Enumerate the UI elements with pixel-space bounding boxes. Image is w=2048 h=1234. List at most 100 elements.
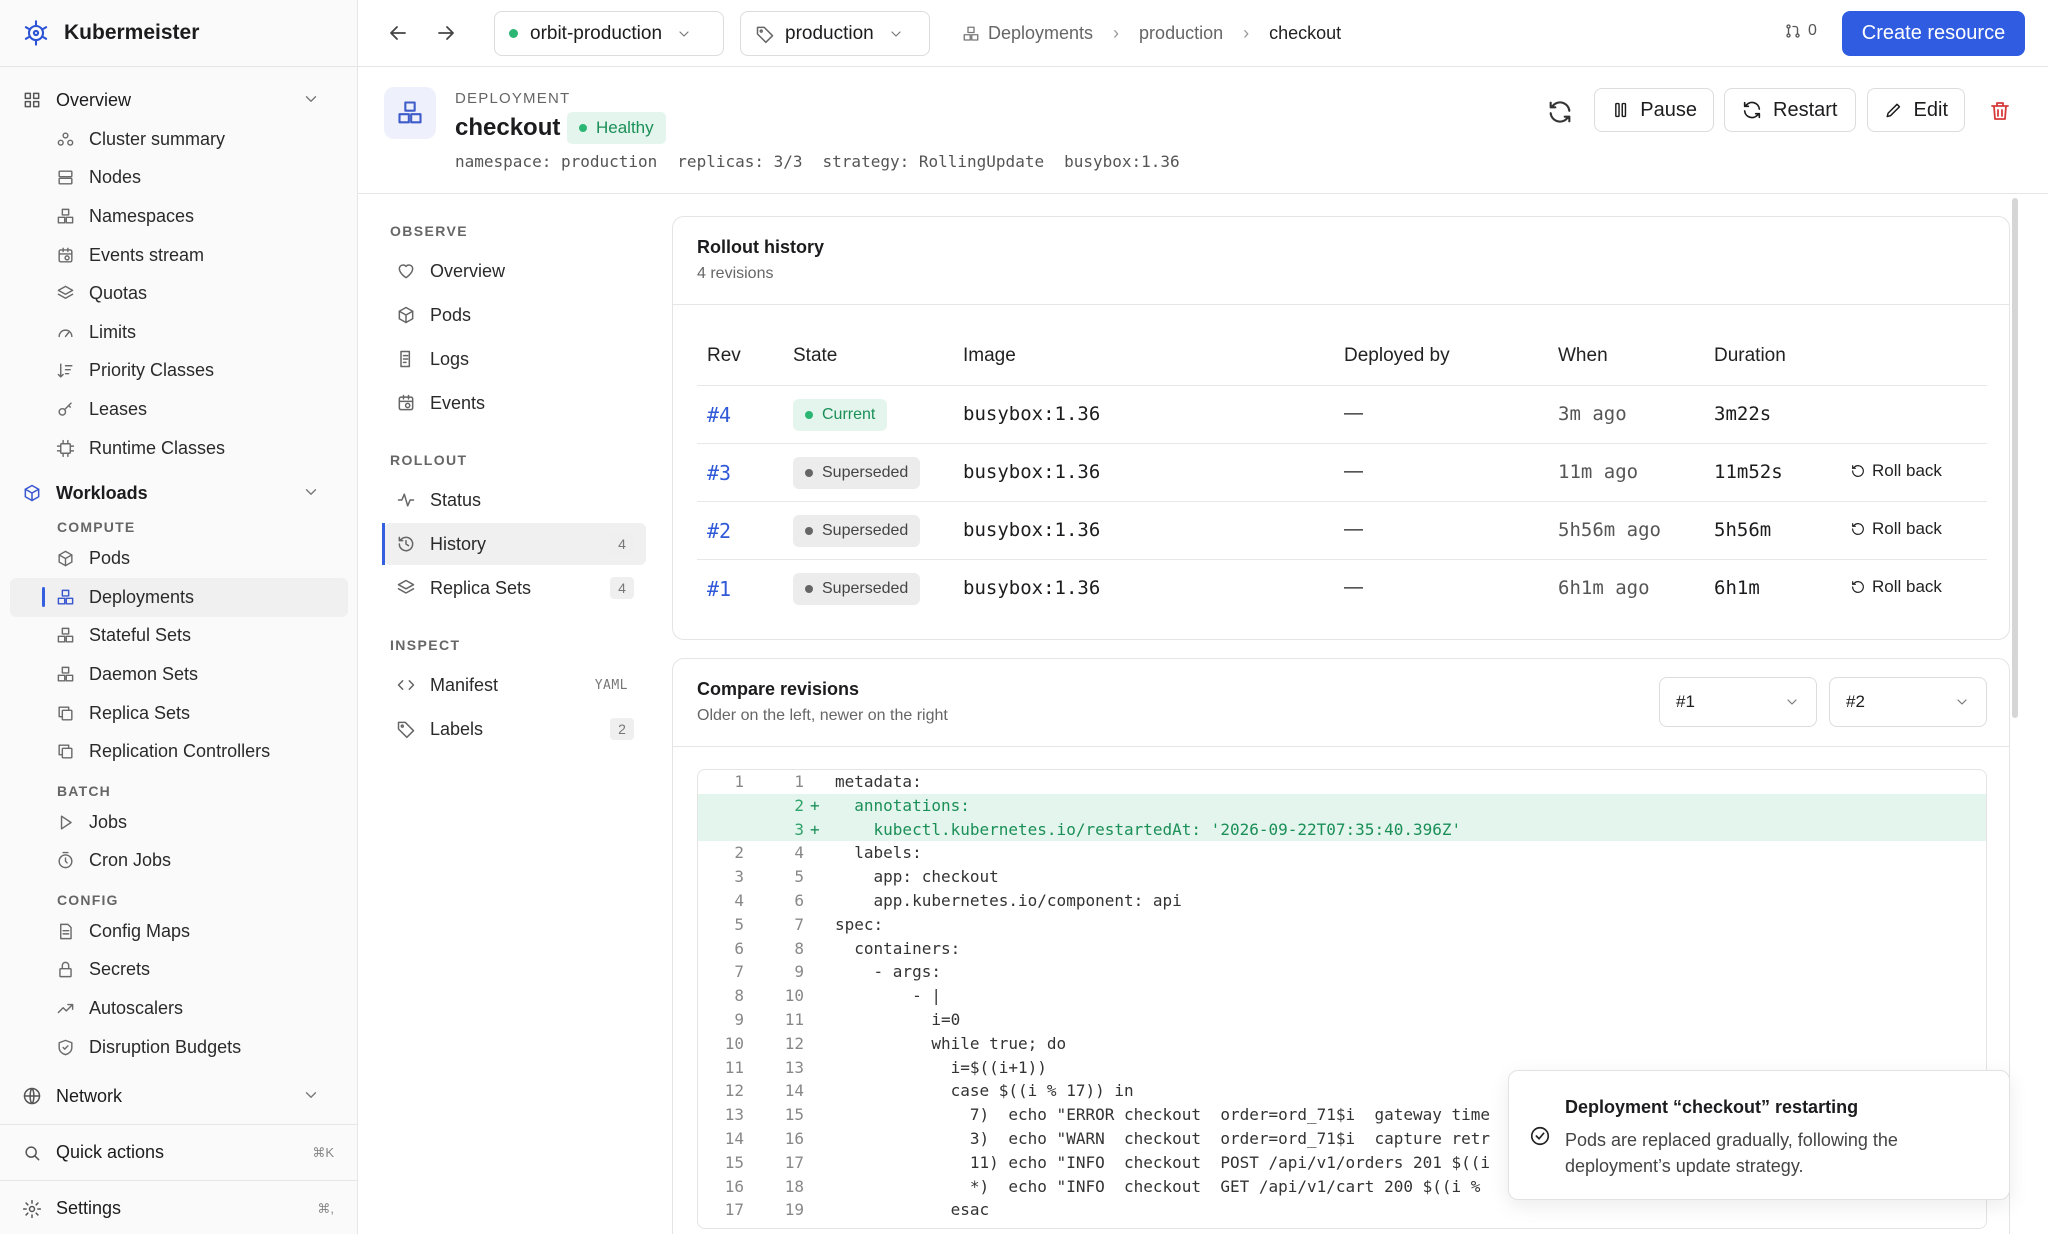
tab-label: Pods (430, 304, 472, 325)
tab-replica-sets[interactable]: Replica Sets 4 (384, 567, 646, 609)
tab-labels[interactable]: Labels 2 (384, 708, 646, 750)
diff-code: *) echo "INFO checkout GET /api/v1/cart … (835, 1176, 1481, 1196)
git-pull-request-icon (1786, 24, 1800, 38)
toast-notification[interactable]: Deployment “checkout” restarting Pods ar… (1508, 1070, 2010, 1200)
column-header-state: State (793, 345, 838, 366)
tab-status[interactable]: Status (384, 479, 646, 521)
sidebar-item-quotas[interactable]: Quotas (0, 274, 358, 313)
trash-icon[interactable] (1988, 99, 2012, 123)
undo-icon (1852, 581, 1864, 593)
sidebar-item-secrets[interactable]: Secrets (0, 951, 358, 990)
settings-shortcut: ⌘, (317, 1200, 334, 1216)
sidebar-item-pods[interactable]: Pods (0, 539, 358, 578)
tab-manifest[interactable]: Manifest YAML (384, 664, 646, 706)
tag-icon (756, 26, 774, 43)
tag-icon (397, 721, 415, 739)
revision-link[interactable]: #2 (707, 519, 731, 543)
revision-link[interactable]: #1 (707, 577, 731, 601)
revision-link[interactable]: #3 (707, 461, 731, 485)
sidebar-item-limits[interactable]: Limits (0, 313, 358, 352)
card-subtitle: Older on the left, newer on the right (697, 707, 948, 724)
quick-actions-button[interactable]: Quick actions ⌘K (0, 1124, 358, 1180)
nav-section-overview[interactable]: Overview (0, 80, 358, 120)
sidebar-item-nodes[interactable]: Nodes (0, 159, 358, 198)
tab-events[interactable]: Events (384, 382, 646, 424)
nav-section-network[interactable]: Network (0, 1076, 358, 1116)
diff-old-line-number: 1 (734, 772, 744, 791)
boxes-icon (963, 26, 979, 41)
sidebar-item-namespaces[interactable]: Namespaces (0, 197, 358, 236)
sidebar-item-disruption-budgets[interactable]: Disruption Budgets (0, 1028, 358, 1067)
quick-actions-label: Quick actions (56, 1142, 165, 1162)
meta-namespace: namespace: production (455, 152, 658, 171)
diff-line: 17 19 esac (698, 1198, 1986, 1222)
diff-old-line-number: 9 (734, 1009, 744, 1029)
timer-icon (58, 852, 73, 869)
sidebar-item-autoscalers[interactable]: Autoscalers (0, 989, 358, 1028)
compare-right-select[interactable]: #2 (1829, 677, 1987, 727)
sidebar-item-leases[interactable]: Leases (0, 390, 358, 429)
diff-line-added: 3 + kubectl.kubernetes.io/restartedAt: '2… (698, 817, 1986, 842)
diff-new-line-number: 11 (784, 1009, 804, 1029)
compare-left-select[interactable]: #1 (1659, 677, 1817, 727)
roll-back-button[interactable]: Roll back (1850, 577, 1942, 597)
nav-group-compute: COMPUTE (57, 519, 136, 536)
namespace-name: production (785, 22, 874, 44)
duration-cell: 11m52s (1714, 461, 1783, 483)
diff-old-line-number: 6 (734, 938, 744, 958)
roll-back-button[interactable]: Roll back (1850, 519, 1942, 539)
sidebar-item-daemon-sets[interactable]: Daemon Sets (0, 655, 358, 694)
diff-line: 6 8 containers: (698, 937, 1986, 961)
sidebar-item-priority-classes[interactable]: Priority Classes (0, 352, 358, 391)
gear-icon (22, 1199, 42, 1218)
sidebar-item-cluster-summary[interactable]: Cluster summary (0, 120, 358, 159)
tab-overview[interactable]: Overview (384, 250, 646, 292)
sidebar-item-runtime-classes[interactable]: Runtime Classes (0, 429, 358, 468)
shield-check-icon (58, 1039, 73, 1056)
roll-back-label: Roll back (1872, 519, 1942, 538)
server-icon (58, 170, 73, 185)
sidebar-item-events-stream[interactable]: Events stream (0, 236, 358, 275)
tab-history[interactable]: History 4 (382, 523, 646, 565)
edit-button[interactable]: Edit (1867, 88, 1965, 132)
diff-old-line-number: 13 (724, 1105, 744, 1125)
namespace-selector[interactable]: production (740, 11, 930, 56)
diff-code: 11) echo "INFO checkout POST /api/v1/ord… (835, 1152, 1491, 1172)
settings-button[interactable]: Settings ⌘, (0, 1180, 358, 1234)
nav-section-workloads[interactable]: Workloads (0, 473, 358, 513)
sidebar-item-deployments[interactable]: Deployments (10, 577, 348, 617)
breadcrumb-item[interactable]: production (1139, 23, 1223, 44)
breadcrumb-separator: › (1113, 23, 1120, 43)
diff-new-line-number: 10 (784, 986, 804, 1006)
diff-old-line-number: 8 (734, 986, 744, 1006)
pause-button[interactable]: Pause (1594, 88, 1714, 132)
roll-back-button[interactable]: Roll back (1850, 461, 1942, 481)
globe-icon (23, 1088, 41, 1105)
sidebar-item-stateful-sets[interactable]: Stateful Sets (0, 617, 358, 656)
sidebar-item-replica-sets[interactable]: Replica Sets (0, 694, 358, 733)
lock-icon (59, 962, 72, 978)
main-scrollbar[interactable] (2012, 198, 2018, 718)
sidebar-item-cron-jobs[interactable]: Cron Jobs (0, 842, 358, 881)
restart-button[interactable]: Restart (1724, 88, 1856, 132)
sidebar-item-config-maps[interactable]: Config Maps (0, 912, 358, 951)
sidebar-item-replication-controllers[interactable]: Replication Controllers (0, 732, 358, 771)
revision-link[interactable]: #4 (707, 403, 731, 427)
cluster-selector[interactable]: orbit-production (494, 11, 724, 56)
diff-new-line-number: 8 (794, 938, 804, 958)
column-header-when: When (1558, 345, 1608, 366)
arrow-right-icon[interactable] (434, 21, 458, 45)
create-resource-button[interactable]: Create resource (1842, 11, 2025, 56)
tab-pods[interactable]: Pods (384, 294, 646, 336)
chevron-down-icon (891, 30, 901, 37)
refresh-icon[interactable] (1546, 98, 1574, 126)
sidebar-item-jobs[interactable]: Jobs (0, 803, 358, 842)
breadcrumb-item[interactable]: Deployments (988, 23, 1093, 44)
arrow-left-icon[interactable] (386, 21, 410, 45)
status-label: Superseded (822, 464, 909, 481)
tab-logs[interactable]: Logs (384, 338, 646, 380)
diff-new-line-number: 16 (784, 1128, 804, 1148)
image-cell: busybox:1.36 (963, 577, 1101, 599)
brand[interactable]: Kubermeister (0, 0, 358, 67)
notifications-button[interactable]: 0 (1784, 22, 1817, 40)
